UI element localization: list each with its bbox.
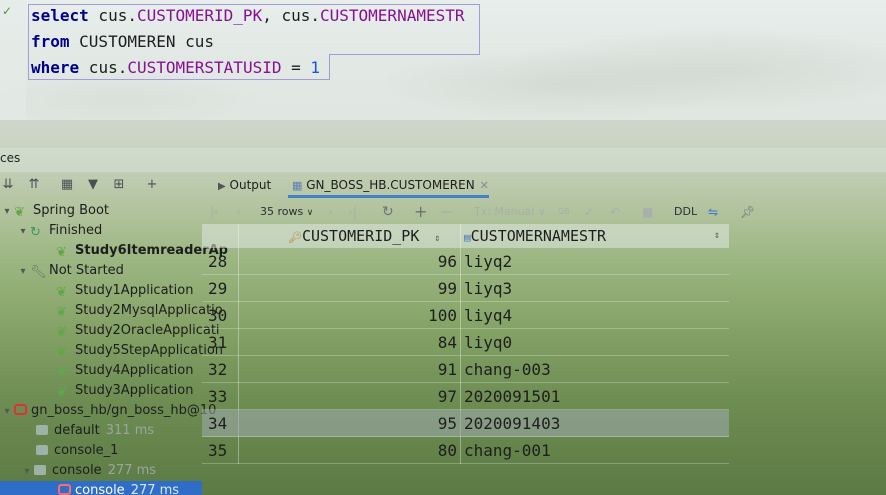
tree-item-app[interactable]: ❦ Study4Application <box>56 361 193 381</box>
spring-app-icon: ❦ <box>56 325 67 340</box>
expand-all-icon[interactable]: ⇊ <box>0 177 16 193</box>
sort-icon[interactable]: ⇕ <box>434 233 440 244</box>
tree-item-app[interactable]: ❦ Study3Application <box>56 381 193 401</box>
column-icon: ▤ <box>464 231 471 244</box>
output-icon: ▶ <box>218 181 226 192</box>
table-row[interactable]: 33 97 2020091501 <box>202 383 729 410</box>
chevron-down-icon: ∨ <box>306 208 314 218</box>
add-row-icon[interactable]: + <box>414 202 427 222</box>
table-row[interactable]: 28 96 liyq2 <box>202 248 729 275</box>
chevron-down-icon: ▾ <box>4 406 10 417</box>
table-icon: ▦ <box>292 179 303 192</box>
tree-item-console-1[interactable]: console_1 <box>36 441 118 461</box>
group-by-icon[interactable]: ▦ <box>59 177 75 193</box>
compare-icon[interactable]: ⇋ <box>708 202 718 222</box>
table-row[interactable]: 30 100 liyq4 <box>202 302 729 329</box>
spring-app-icon: ❦ <box>56 305 67 320</box>
tree-item-app[interactable]: ❦ Study2MysqlApplicatio <box>56 301 223 321</box>
close-icon[interactable]: ✕ <box>480 179 489 192</box>
tree-item-console-selected[interactable]: console 277 ms <box>0 481 202 495</box>
spring-app-icon: ❦ <box>56 245 67 260</box>
previous-page-icon[interactable]: ‹ <box>236 202 241 222</box>
tree-item-finished[interactable]: ▾ ↻ Finished <box>16 221 102 241</box>
primary-key-icon: 🔑︎ <box>288 231 302 244</box>
services-panel-header <box>0 148 886 172</box>
table-row[interactable]: 31 84 liyq0 <box>202 329 729 356</box>
table-row[interactable]: 35 80 chang-001 <box>202 437 729 464</box>
results-tabs: ▶ Output ▦ GN_BOSS_HB.CUSTOMEREN ✕ <box>202 174 886 198</box>
tree-item-spring-boot[interactable]: ▾ ❦ Spring Boot <box>0 201 109 221</box>
rollback-icon[interactable]: ↶ <box>610 202 620 222</box>
chevron-down-icon: ▾ <box>20 266 26 277</box>
last-page-icon[interactable]: ›| <box>348 202 357 222</box>
services-tree: ▾ ❦ Spring Boot ▾ ↻ Finished ❦ Study6Itemread… <box>0 201 228 495</box>
ddl-button[interactable]: DDL <box>674 202 697 222</box>
next-page-icon[interactable]: › <box>328 202 333 222</box>
services-panel-title: ces <box>0 151 21 165</box>
delete-row-icon[interactable]: − <box>440 202 453 222</box>
tree-item-app[interactable]: ❦ Study1Application <box>56 281 193 301</box>
chevron-down-icon: ▾ <box>20 226 26 237</box>
filter-icon[interactable]: ▼ <box>85 177 101 193</box>
tab-output[interactable]: ▶ Output <box>214 174 271 198</box>
tree-item-datasource[interactable]: ▾ gn_boss_hb/gn_boss_hb@10 <box>0 401 216 421</box>
column-header-customerid[interactable]: 🔑︎CUSTOMERID_PK ⇕ <box>288 224 440 248</box>
code-line-1: select cus.CUSTOMERID_PK, cus.CUSTOMERNA… <box>31 6 465 25</box>
tree-item-not-started[interactable]: ▾ 🔧︎ Not Started <box>16 261 123 281</box>
table-row-selected[interactable]: 34 95 2020091403 <box>202 410 729 437</box>
table-row[interactable]: 29 99 liyq3 <box>202 275 729 302</box>
spring-boot-icon: ❦ <box>14 205 25 220</box>
finished-icon: ↻ <box>30 225 41 240</box>
statement-highlight-edge <box>330 54 480 55</box>
add-service-icon[interactable]: + <box>144 177 160 193</box>
spring-app-icon: ❦ <box>56 365 67 380</box>
spring-app-icon: ❦ <box>56 285 67 300</box>
commit-icon[interactable]: ✓ <box>584 202 594 222</box>
first-page-icon[interactable]: |‹ <box>210 202 219 222</box>
new-tab-icon[interactable]: ⊞ <box>111 177 127 193</box>
tree-item-default[interactable]: default 311 ms <box>36 421 154 441</box>
editor-gutter: ✓ <box>0 0 26 120</box>
console-icon <box>36 445 48 455</box>
table-row[interactable]: 32 91 chang-003 <box>202 356 729 383</box>
pin-icon[interactable]: 📌︎ <box>740 202 755 222</box>
code-line-3: where cus.CUSTOMERSTATUSID = 1 <box>31 58 321 77</box>
console-icon <box>34 465 46 475</box>
services-toolbar: ⇊ ⇈ ▦ ▼ ⊞ + <box>0 174 202 198</box>
spring-app-icon: ❦ <box>56 385 67 400</box>
tree-item-app[interactable]: ❦ Study5StepApplication <box>56 341 223 361</box>
console-icon <box>36 425 48 435</box>
column-header-customername[interactable]: ▤CUSTOMERNAMESTR <box>464 224 606 248</box>
chevron-down-icon: ▾ <box>24 466 30 477</box>
check-icon: ✓ <box>2 4 13 18</box>
collapse-all-icon[interactable]: ⇈ <box>26 177 42 193</box>
sort-icon[interactable]: ⇕ <box>714 224 720 248</box>
rows-count-select[interactable]: 35 rows ∨ <box>260 202 313 222</box>
db-icon[interactable]: DB <box>558 202 570 222</box>
code-line-2: from CUSTOMEREN cus <box>31 32 215 51</box>
stop-icon[interactable]: ■ <box>642 202 653 222</box>
tree-item-app[interactable]: ❦ Study2OracleApplicati <box>56 321 220 341</box>
grid-header: 🔑︎CUSTOMERID_PK ⇕ ▤CUSTOMERNAMESTR ⇕ <box>202 224 729 248</box>
results-toolbar: |‹ ‹ 35 rows ∨ › ›| ↻ + − Tx: Manual ∨ D… <box>202 200 886 224</box>
tab-table[interactable]: ▦ GN_BOSS_HB.CUSTOMEREN ✕ <box>288 174 489 198</box>
tree-item-console[interactable]: ▾ console 277 ms <box>20 461 156 481</box>
spring-app-icon: ❦ <box>56 345 67 360</box>
refresh-icon[interactable]: ↻ <box>382 202 394 222</box>
wrench-icon: 🔧︎ <box>30 265 47 280</box>
oracle-db-icon <box>14 404 27 415</box>
tx-mode-select[interactable]: Tx: Manual ∨ <box>474 202 546 222</box>
oracle-db-icon <box>58 484 71 495</box>
sql-editor[interactable]: ✓ select cus.CUSTOMERID_PK, cus.CUSTOMER… <box>0 0 886 120</box>
chevron-down-icon: ▾ <box>4 206 10 217</box>
